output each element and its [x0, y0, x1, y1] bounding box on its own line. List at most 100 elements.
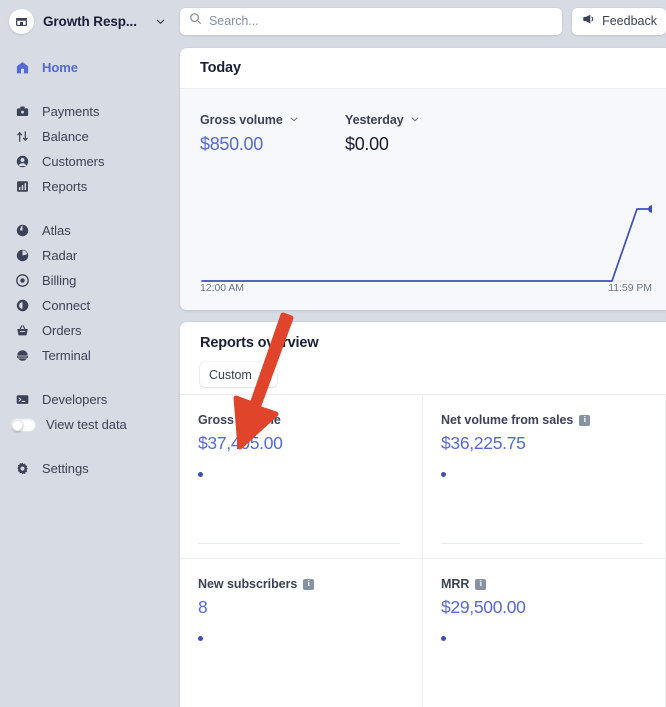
cell-sparkline: [441, 472, 665, 544]
sidebar-item-label: Balance: [42, 129, 89, 144]
atlas-icon: [14, 223, 30, 239]
info-icon[interactable]: i: [475, 578, 487, 590]
terminal-icon: [14, 348, 30, 364]
date-range-button[interactable]: Custom: [200, 362, 277, 387]
sparkline-dot: [441, 472, 446, 477]
chevron-down-icon[interactable]: [289, 111, 299, 129]
cell-value: $36,225.75: [441, 433, 526, 453]
toggle-switch-off[interactable]: [10, 417, 36, 432]
sidebar-item-label: Reports: [42, 179, 88, 194]
cell-label: Net volume from sales: [441, 413, 574, 427]
sidebar-item-label: Home: [42, 60, 78, 75]
metric-value: $850.00: [200, 134, 263, 154]
reports-overview-card: Reports overview Custom Gross volume $37…: [180, 322, 666, 707]
sidebar-group-business: Payments Balance Customers Reports: [0, 99, 176, 199]
reports-card-title: Reports overview: [200, 335, 319, 351]
info-icon[interactable]: i: [579, 414, 591, 426]
sidebar-item-terminal[interactable]: Terminal: [0, 343, 176, 368]
sidebar-item-customers[interactable]: Customers: [0, 149, 176, 174]
orders-basket-icon: [14, 323, 30, 339]
metric-label: Gross volume: [200, 113, 283, 127]
storefront-icon: [9, 8, 34, 34]
today-card-title: Today: [200, 60, 241, 76]
today-card-header: Today: [180, 48, 666, 89]
sidebar-item-label: Billing: [42, 273, 77, 288]
metric-selector[interactable]: Yesterday: [345, 111, 490, 129]
sidebar-group-dev: Developers View test data: [0, 387, 176, 437]
sidebar-item-payments[interactable]: Payments: [0, 99, 176, 124]
chevron-down-icon[interactable]: [258, 366, 268, 384]
feedback-label: Feedback: [602, 14, 657, 28]
axis-label-start: 12:00 AM: [200, 282, 244, 294]
sidebar-item-atlas[interactable]: Atlas: [0, 218, 176, 243]
customers-icon: [14, 154, 30, 170]
reports-bars-icon: [14, 179, 30, 195]
info-icon[interactable]: i: [303, 578, 315, 590]
billing-icon: [14, 273, 30, 289]
today-chart-axis: 12:00 AM 11:59 PM: [200, 282, 652, 294]
sidebar-item-label: Customers: [42, 154, 105, 169]
sidebar-item-reports[interactable]: Reports: [0, 174, 176, 199]
sidebar-item-label: Connect: [42, 298, 91, 313]
sidebar-item-balance[interactable]: Balance: [0, 124, 176, 149]
report-cell-net-volume-from-sales[interactable]: Net volume from sales i $36,225.75: [423, 395, 666, 559]
cell-sparkline: [198, 472, 422, 544]
metric-selector[interactable]: Gross volume: [200, 111, 345, 129]
sidebar-group-products: Atlas Radar Billing Connect Orders Termi…: [0, 218, 176, 368]
sidebar-item-home[interactable]: Home: [0, 55, 176, 80]
sidebar-item-billing[interactable]: Billing: [0, 268, 176, 293]
developers-console-icon: [14, 392, 30, 408]
chevron-down-icon[interactable]: [410, 111, 420, 129]
sidebar-item-label: Radar: [42, 248, 78, 263]
cell-label: New subscribers: [198, 577, 298, 591]
sidebar-item-developers[interactable]: Developers: [0, 387, 176, 412]
topbar: Search... Feedback: [180, 0, 666, 42]
cell-label-row: New subscribers i: [198, 577, 422, 591]
home-icon: [14, 60, 30, 76]
search-input[interactable]: Search...: [180, 7, 563, 35]
cell-label-row: Gross volume: [198, 413, 422, 427]
sparkline-baseline: [198, 543, 400, 544]
megaphone-icon: [581, 12, 595, 31]
today-metric-gross-volume: Gross volume $850.00: [200, 111, 345, 155]
balance-arrows-icon: [14, 129, 30, 145]
metric-value: $0.00: [345, 134, 389, 154]
sparkline-dot: [198, 636, 203, 641]
sidebar-item-label: Payments: [42, 104, 100, 119]
toggle-knob: [12, 419, 23, 431]
sidebar-item-connect[interactable]: Connect: [0, 293, 176, 318]
sidebar-item-label: Terminal: [42, 348, 91, 363]
today-metric-yesterday: Yesterday $0.00: [345, 111, 490, 155]
chevron-down-icon[interactable]: [155, 16, 166, 27]
today-card: Today Gross volume $850.00 Yesterday $0.…: [180, 48, 666, 310]
sidebar-item-radar[interactable]: Radar: [0, 243, 176, 268]
sidebar-item-label: Developers: [42, 392, 108, 407]
account-switcher[interactable]: Growth Resp...: [0, 0, 176, 42]
sidebar: Growth Resp... Home Payments Balance Cus…: [0, 0, 176, 707]
cell-value: $29,500.00: [441, 597, 526, 617]
cell-label-row: Net volume from sales i: [441, 413, 665, 427]
today-sparkline-chart: [200, 189, 656, 294]
report-cell-mrr[interactable]: MRR i $29,500.00: [423, 559, 666, 707]
sidebar-item-label: Settings: [42, 461, 89, 476]
view-test-data-toggle[interactable]: View test data: [0, 412, 176, 437]
cell-sparkline: [198, 636, 422, 707]
cell-label-row: MRR i: [441, 577, 665, 591]
search-placeholder: Search...: [209, 14, 259, 28]
report-cell-new-subscribers[interactable]: New subscribers i 8: [180, 559, 423, 707]
cell-label: MRR: [441, 577, 470, 591]
app-root: Growth Resp... Home Payments Balance Cus…: [0, 0, 666, 707]
report-cell-gross-volume[interactable]: Gross volume $37,405.00: [180, 395, 423, 559]
cell-label: Gross volume: [198, 413, 281, 427]
sidebar-item-settings[interactable]: Settings: [0, 456, 176, 481]
account-name: Growth Resp...: [43, 13, 137, 29]
gear-icon: [14, 461, 30, 477]
reports-metric-grid: Gross volume $37,405.00 Net volume from …: [180, 394, 666, 707]
search-icon: [189, 12, 202, 30]
sidebar-item-orders[interactable]: Orders: [0, 318, 176, 343]
cell-value: 8: [198, 597, 208, 617]
today-card-body: Gross volume $850.00 Yesterday $0.00 12:…: [180, 89, 666, 310]
today-metrics: Gross volume $850.00 Yesterday $0.00: [180, 89, 666, 155]
date-range-label: Custom: [209, 367, 252, 382]
feedback-button[interactable]: Feedback: [572, 7, 666, 35]
